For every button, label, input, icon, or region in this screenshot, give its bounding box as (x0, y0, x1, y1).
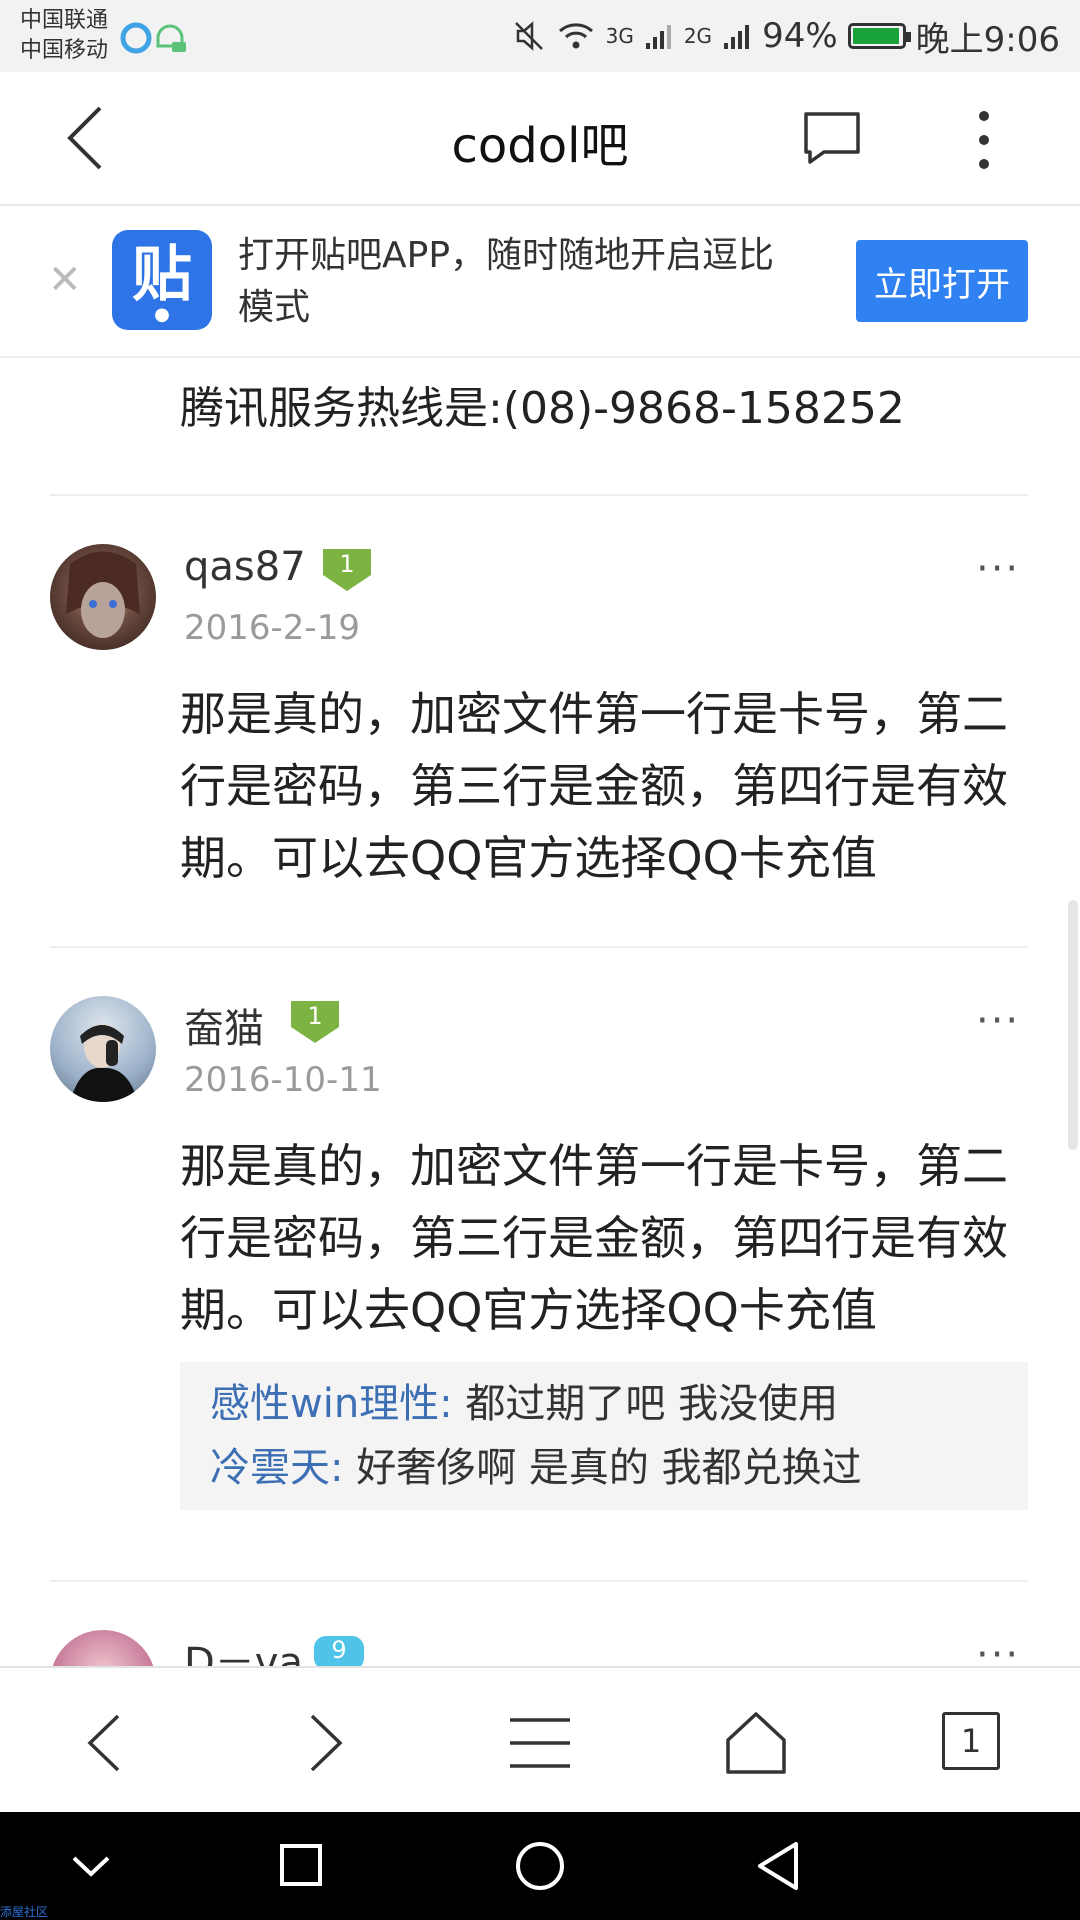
page-title: codol吧 (451, 118, 629, 174)
reply-username[interactable]: 冷雲天: (210, 1445, 343, 1491)
post-more-button[interactable]: ··· (976, 1632, 1020, 1666)
post-more-button[interactable]: ··· (976, 998, 1020, 1044)
reply-item[interactable]: 感性win理性: 都过期了吧 我没使用 (210, 1372, 998, 1436)
username[interactable]: qas87 (184, 544, 306, 590)
level-badge: 1 (320, 546, 374, 594)
avatar[interactable] (50, 996, 156, 1102)
tabs-button[interactable]: 1 (932, 1708, 1012, 1778)
more-vertical-icon[interactable] (976, 108, 992, 172)
comment-icon[interactable] (802, 110, 862, 166)
divider (50, 494, 1028, 496)
tieba-logo: 贴 ● (112, 230, 212, 330)
signal-icon (645, 25, 671, 49)
battery-percent: 94% (762, 16, 838, 56)
avatar[interactable] (50, 544, 156, 650)
reply-text: 好奢侈啊 是真的 我都兑换过 (343, 1445, 862, 1491)
close-icon[interactable]: ✕ (48, 256, 82, 304)
app-download-banner: ✕ 贴 ● 打开贴吧APP，随时随地开启逗比模式 立即打开 (0, 206, 1080, 358)
post-more-button[interactable]: ··· (976, 546, 1020, 592)
level-badge: 1 (288, 998, 342, 1046)
avatar[interactable] (50, 1630, 156, 1666)
divider (50, 946, 1028, 948)
avatar-image (70, 1024, 138, 1102)
system-back-icon[interactable] (752, 1836, 808, 1896)
post-body: 那是真的，加密文件第一行是卡号，第二行是密码，第三行是金额，第四行是有效期。可以… (180, 687, 1008, 885)
open-app-button[interactable]: 立即打开 (856, 240, 1028, 322)
reply-username[interactable]: 感性win理性: (210, 1381, 453, 1427)
banner-text: 打开贴吧APP，随时随地开启逗比模式 (238, 235, 775, 328)
post-body: 那是真的，加密文件第一行是卡号，第二行是密码，第三行是金额，第四行是有效期。可以… (180, 1139, 1008, 1337)
browser-back-icon[interactable] (66, 1708, 146, 1778)
post-item: D－va 9 ··· (0, 1580, 1080, 1666)
username[interactable]: D－va (184, 1630, 303, 1666)
home-icon[interactable] (716, 1708, 796, 1778)
carrier-info: 中国联通 中国移动 (20, 6, 108, 66)
previous-post-text: 腾讯服务热线是:(08)-9868-158252 (180, 383, 905, 434)
level-number: 1 (339, 550, 355, 578)
level-number: 9 (331, 1636, 347, 1664)
hide-keyboard-icon[interactable] (66, 1836, 116, 1896)
status-right: 3G 2G 94% 晚上9:06 (512, 12, 1060, 60)
post-date: 2016-10-11 (184, 1060, 382, 1100)
watermark: 添屋社区 (0, 1905, 49, 1919)
tabs-count: 1 (942, 1712, 1000, 1770)
status-bar: 中国联通 中国移动 3G 2G 94% 晚上9:06 (0, 0, 1080, 72)
reply-box[interactable]: 感性win理性: 都过期了吧 我没使用 冷雲天: 好奢侈啊 是真的 我都兑换过 (180, 1362, 1028, 1510)
top-nav-bar: codol吧 (0, 72, 1080, 206)
battery-icon (847, 23, 911, 49)
app-notification-icon (120, 22, 186, 54)
notification-icons (120, 20, 200, 60)
wifi-icon (558, 23, 593, 49)
level-number: 1 (307, 1002, 323, 1030)
mute-icon (514, 21, 543, 51)
carrier-1: 中国联通 (20, 8, 109, 33)
avatar-image (66, 551, 140, 638)
tieba-logo-text: 贴 (132, 240, 192, 310)
signal-label-1: 3G (605, 24, 634, 48)
signal-label-2: 2G (683, 24, 713, 48)
level-badge: 9 (312, 1632, 366, 1666)
post-date: 2016-2-19 (184, 608, 360, 648)
carrier-2: 中国移动 (20, 38, 109, 63)
home-circle-icon[interactable] (512, 1836, 568, 1896)
clock: 晚上9:06 (915, 19, 1060, 60)
reply-text: 都过期了吧 我没使用 (452, 1381, 839, 1427)
recent-apps-icon[interactable] (276, 1836, 326, 1896)
browser-forward-icon[interactable] (284, 1708, 364, 1778)
system-nav-bar: 添屋社区 (0, 1812, 1080, 1920)
menu-icon[interactable] (500, 1708, 580, 1778)
paw-icon: ● (154, 304, 170, 325)
browser-toolbar: 1 (0, 1666, 1080, 1814)
signal-icon-2 (724, 25, 750, 49)
scrollbar[interactable] (1068, 900, 1078, 1150)
username[interactable]: 奤猫 (184, 996, 264, 1054)
reply-item[interactable]: 冷雲天: 好奢侈啊 是真的 我都兑换过 (210, 1436, 998, 1500)
